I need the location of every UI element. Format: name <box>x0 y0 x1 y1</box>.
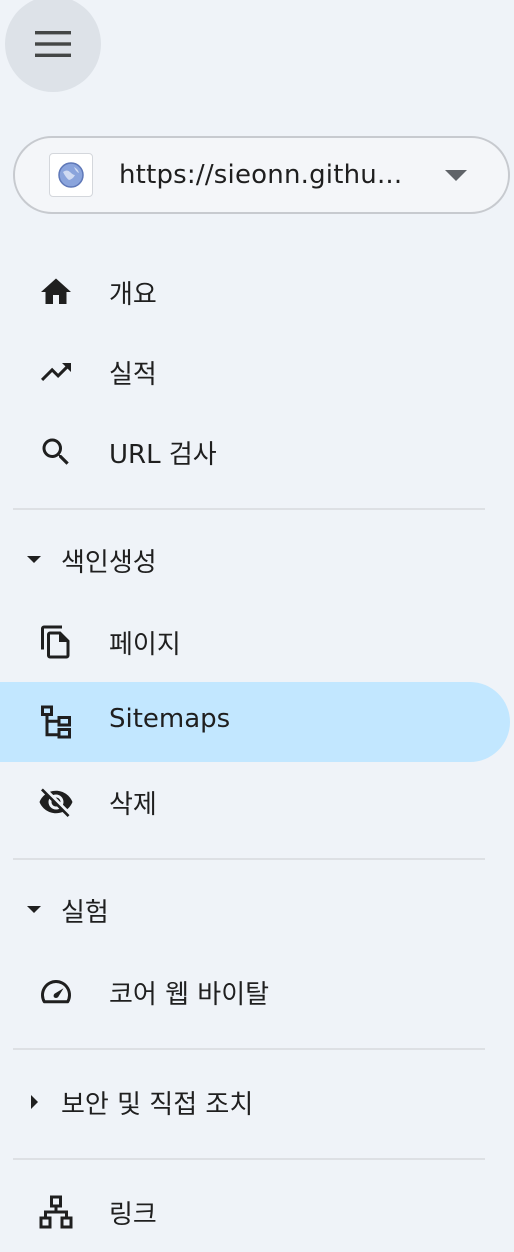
link-tree-icon <box>38 1194 74 1230</box>
file-copy-icon <box>38 624 74 660</box>
section-label: 색인생성 <box>61 548 157 578</box>
divider <box>13 508 485 510</box>
nav-item-label: 실적 <box>109 360 157 390</box>
divider <box>13 858 485 860</box>
nav-item-label: 코어 웹 바이탈 <box>109 980 270 1010</box>
nav-item-pages[interactable]: 페이지 <box>0 602 510 682</box>
trending-up-icon <box>38 354 74 390</box>
section-security[interactable]: 보안 및 직접 조치 <box>0 1062 510 1142</box>
nav-item-label: 링크 <box>109 1200 157 1230</box>
caret-down-icon <box>27 906 41 913</box>
nav-item-overview[interactable]: 개요 <box>0 252 510 332</box>
caret-down-icon <box>27 556 41 563</box>
nav-item-label: 삭제 <box>109 790 157 820</box>
property-url: https://sieonn.githu... <box>119 160 403 190</box>
menu-icon <box>35 31 71 57</box>
section-label: 실험 <box>61 898 109 928</box>
home-icon <box>38 274 74 310</box>
visibility-off-icon <box>38 784 74 820</box>
nav-item-label: Sitemaps <box>109 704 231 734</box>
main-menu-button[interactable] <box>5 0 101 92</box>
section-experience[interactable]: 실험 <box>0 870 510 950</box>
nav-item-performance[interactable]: 실적 <box>0 332 510 412</box>
divider <box>13 1048 485 1050</box>
search-icon <box>38 434 74 470</box>
globe-icon <box>49 153 93 197</box>
sitemap-icon <box>38 704 74 740</box>
nav-item-sitemaps[interactable]: Sitemaps <box>0 682 510 762</box>
section-label: 보안 및 직접 조치 <box>61 1090 254 1120</box>
nav-item-links[interactable]: 링크 <box>0 1172 510 1252</box>
nav-item-url-inspection[interactable]: URL 검사 <box>0 412 510 492</box>
nav-item-removals[interactable]: 삭제 <box>0 762 510 842</box>
caret-down-icon <box>445 170 467 181</box>
speed-gauge-icon <box>38 974 74 1010</box>
property-selector[interactable]: https://sieonn.githu... <box>13 136 510 214</box>
caret-right-icon <box>31 1095 38 1109</box>
nav-item-core-web-vitals[interactable]: 코어 웹 바이탈 <box>0 952 510 1032</box>
nav-item-label: 개요 <box>109 280 157 310</box>
nav-item-label: 페이지 <box>109 630 181 660</box>
nav-item-label: URL 검사 <box>109 440 217 470</box>
divider <box>13 1158 485 1160</box>
section-indexing[interactable]: 색인생성 <box>0 520 510 600</box>
